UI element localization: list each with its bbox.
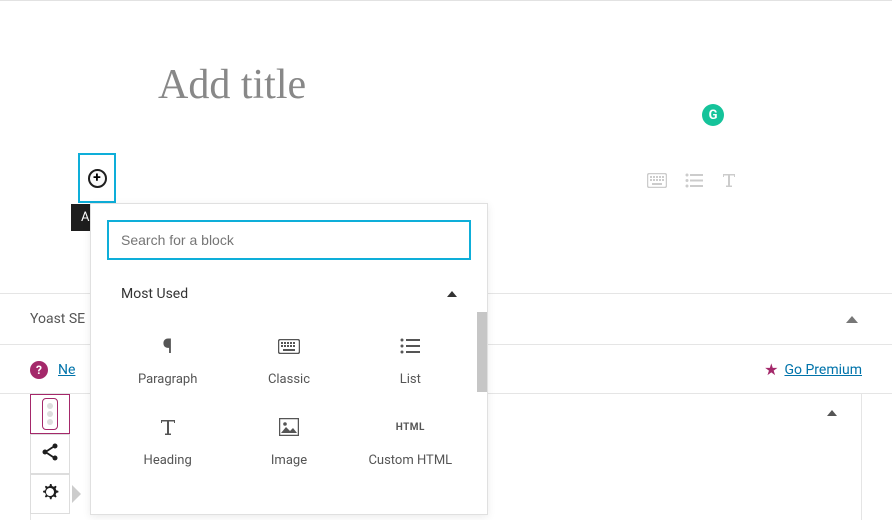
yoast-title: Yoast SE (30, 311, 85, 327)
add-block-button[interactable]: + (78, 153, 116, 203)
need-help-link[interactable]: Ne (58, 362, 75, 378)
block-custom-html[interactable]: HTML Custom HTML (350, 401, 471, 482)
tab-arrow-icon (72, 485, 81, 503)
gear-icon (40, 482, 60, 507)
block-inserter-panel: Most Used ¶ Paragraph Classic List (90, 203, 488, 515)
keyboard-icon[interactable] (647, 172, 667, 193)
scrollbar[interactable] (477, 312, 487, 392)
grammarly-icon[interactable]: G (702, 104, 724, 126)
star-icon: ★ (764, 360, 778, 379)
block-list[interactable]: List (350, 320, 471, 401)
html-icon: HTML (396, 415, 425, 439)
collapse-caret-icon (846, 316, 858, 323)
post-title-input[interactable]: Add title (158, 61, 892, 109)
block-label: Classic (268, 372, 310, 387)
go-premium-link[interactable]: ★ Go Premium (764, 360, 862, 379)
block-heading[interactable]: Heading (107, 401, 228, 482)
block-label: Image (271, 453, 307, 468)
go-premium-label: Go Premium (784, 362, 862, 378)
chevron-up-icon (447, 291, 457, 297)
block-label: Paragraph (138, 372, 197, 387)
keyboard-icon (278, 334, 300, 358)
heading-icon (159, 415, 177, 439)
list-view-icon[interactable] (685, 172, 703, 193)
yoast-body-toggle[interactable] (827, 410, 837, 416)
block-classic[interactable]: Classic (228, 320, 349, 401)
settings-tab[interactable] (30, 474, 70, 514)
block-label: List (400, 372, 421, 387)
social-tab[interactable] (30, 434, 70, 474)
image-icon (279, 415, 299, 439)
traffic-light-icon (42, 398, 58, 430)
block-label: Heading (144, 453, 192, 468)
readability-tab[interactable] (30, 394, 70, 434)
most-used-section-toggle[interactable]: Most Used (91, 276, 487, 312)
section-label: Most Used (121, 286, 188, 302)
paragraph-icon: ¶ (163, 334, 173, 358)
help-icon[interactable]: ? (30, 361, 48, 379)
chevron-up-icon (827, 410, 837, 416)
text-format-icon[interactable] (721, 172, 737, 193)
plus-icon: + (88, 169, 107, 188)
block-search-input[interactable] (107, 220, 471, 260)
block-label: Custom HTML (368, 453, 452, 468)
share-icon (41, 443, 59, 466)
list-icon (400, 334, 420, 358)
block-paragraph[interactable]: ¶ Paragraph (107, 320, 228, 401)
block-image[interactable]: Image (228, 401, 349, 482)
